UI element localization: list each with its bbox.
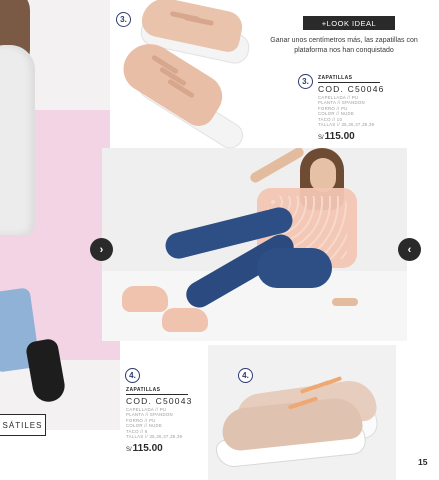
product-category: ZAPATILLAS (126, 387, 188, 395)
product-number-badge: 3. (298, 74, 313, 89)
chevron-right-icon: › (99, 243, 104, 256)
price-amount: 115.00 (324, 131, 355, 143)
product-price: S/115.00 (126, 443, 193, 454)
look-ideal-tag: +LOOK IDEAL (303, 16, 395, 30)
product-category: ZAPATILLAS (318, 75, 380, 83)
prev-arrow-button[interactable]: ‹ (398, 238, 421, 261)
product-price: S/115.00 (318, 131, 385, 142)
product-number-badge: 3. (116, 12, 131, 27)
left-section-label: SÁTILES (0, 414, 46, 436)
model-hand (332, 298, 358, 306)
product-number-badge: 4. (238, 368, 253, 383)
product-info-3: ZAPATILLAS COD. C50046 CAPELLADA // PU P… (318, 75, 385, 142)
spec-line: TALLAS // 35,36,37,38,39 (126, 434, 183, 440)
product-number-badge: 4. (125, 368, 140, 383)
next-arrow-button[interactable]: › (90, 238, 113, 261)
price-amount: 115.00 (132, 443, 163, 455)
nude-sneaker (122, 286, 168, 312)
main-model-photo (102, 148, 407, 341)
product-specs: CAPELLADA // PU PLANTA // SPANDON FORRO … (318, 95, 385, 127)
model-arm (248, 148, 306, 185)
price-currency: S/ (318, 135, 324, 142)
price-currency: S/ (126, 447, 132, 454)
chevron-left-icon: ‹ (407, 243, 412, 256)
model-jeans (257, 248, 332, 288)
product-code: COD. C50043 (126, 396, 193, 406)
intro-text: Ganar unos centímetros más, las zapatill… (270, 37, 418, 54)
nude-sneaker (162, 308, 208, 332)
shoe-3-photo (110, 0, 265, 150)
spec-line: TALLAS // 35,36,37,38,39 (318, 122, 375, 128)
product-specs: CAPELLADA // PU PLANTA // SPANDON FORRO … (126, 407, 193, 439)
page-number: 15 (418, 457, 428, 467)
product-info-4: ZAPATILLAS COD. C50043 CAPELLADA // PU P… (126, 387, 193, 454)
model-face (310, 158, 336, 192)
shoe-4-photo (208, 345, 396, 480)
model-shirt (0, 45, 35, 235)
product-code: COD. C50046 (318, 84, 385, 94)
